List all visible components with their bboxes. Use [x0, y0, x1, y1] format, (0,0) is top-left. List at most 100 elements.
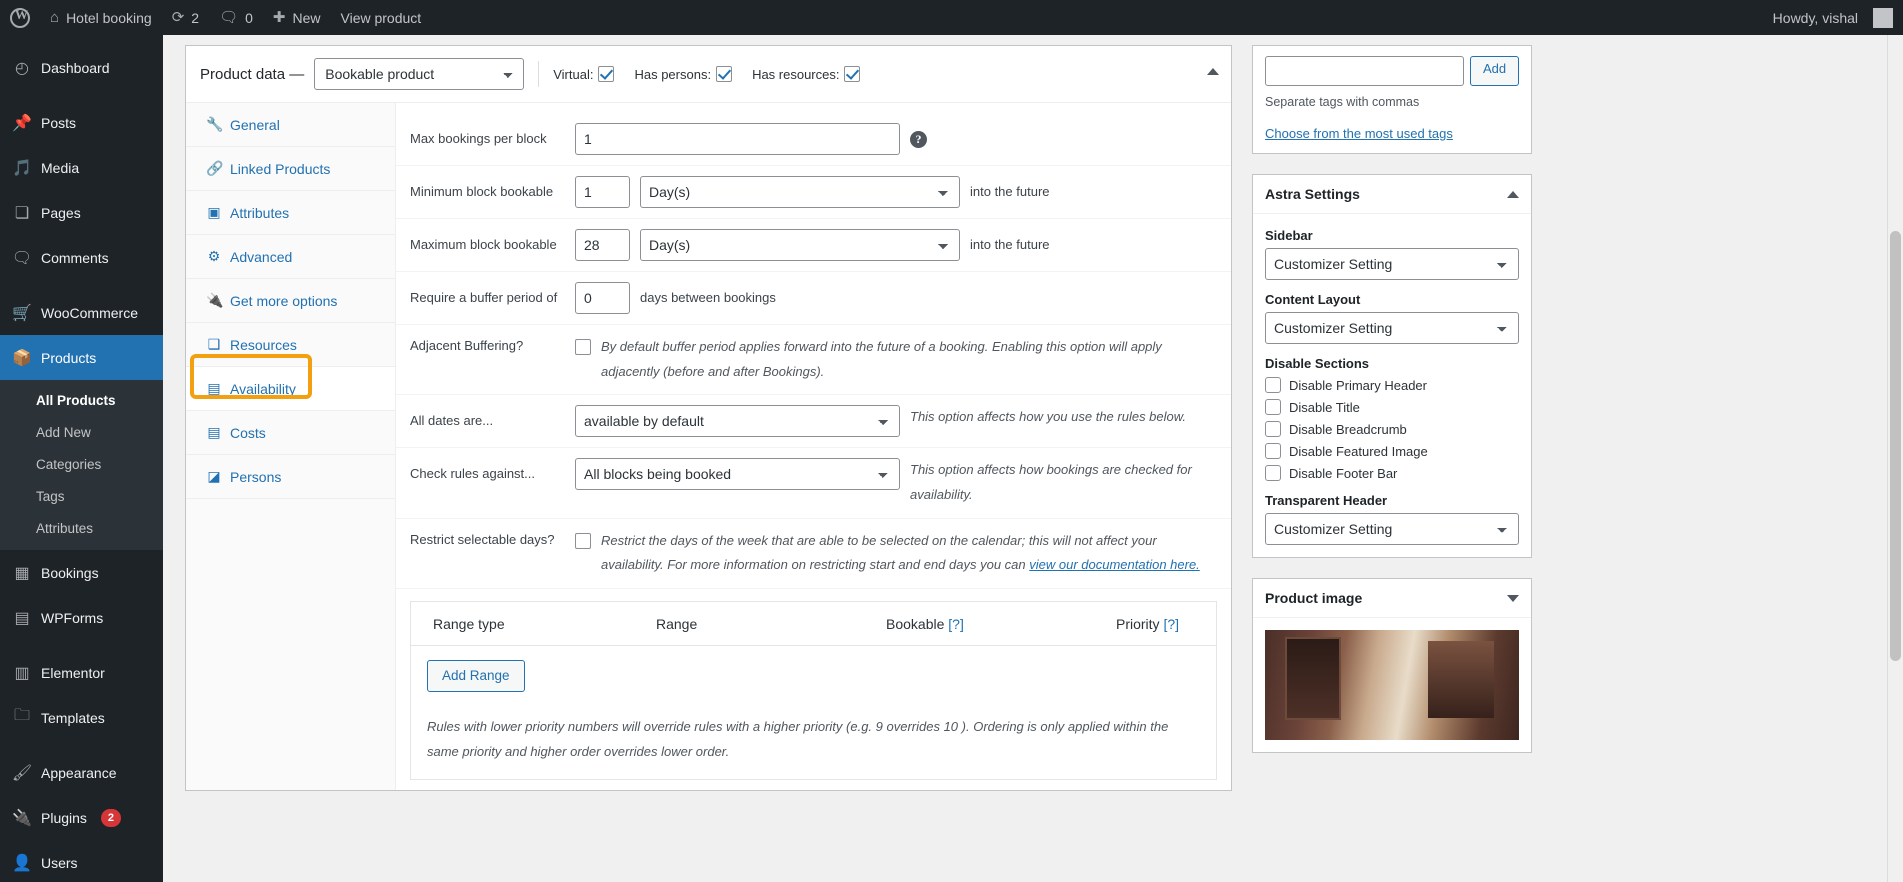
disable-title-row[interactable]: Disable Title [1265, 399, 1519, 415]
disable-primary-header-label: Disable Primary Header [1289, 377, 1427, 393]
sidebar-item-templates[interactable]: 🗀 Templates [0, 695, 163, 740]
submenu-item-add-new[interactable]: Add New [0, 417, 163, 449]
submenu-item-categories[interactable]: Categories [0, 449, 163, 481]
disable-breadcrumb-label: Disable Breadcrumb [1289, 421, 1407, 437]
sidebar-item-products[interactable]: 📦 Products [0, 335, 163, 380]
sidebar-item-wpforms[interactable]: ▤ WPForms [0, 595, 163, 640]
max-bookings-input[interactable] [575, 123, 900, 155]
has-persons-checkbox-row[interactable]: Has persons: [634, 66, 733, 82]
virtual-checkbox-row[interactable]: Virtual: [553, 66, 615, 82]
tab-resources[interactable]: ❑ Resources [186, 323, 395, 367]
caret-down-icon[interactable] [1507, 594, 1519, 602]
restrict-days-checkbox[interactable] [575, 532, 591, 549]
disable-footer-bar-row[interactable]: Disable Footer Bar [1265, 465, 1519, 481]
tab-persons[interactable]: ◪ Persons [186, 455, 395, 499]
add-range-button[interactable]: Add Range [427, 660, 525, 693]
astra-transparent-header-select[interactable]: Customizer Setting [1265, 513, 1519, 545]
sidebar-item-media[interactable]: 🎵 Media [0, 145, 163, 190]
tab-costs[interactable]: ▤ Costs [186, 411, 395, 455]
plug-icon: 🔌 [12, 809, 32, 827]
sidebar-item-appearance[interactable]: 🖌 Appearance [0, 750, 163, 795]
submenu-item-all-products[interactable]: All Products [0, 385, 163, 417]
new-tag-input[interactable] [1265, 56, 1464, 86]
woocommerce-icon: 🛒 [12, 304, 32, 322]
bookable-help-link[interactable]: [?] [948, 616, 964, 632]
has-persons-checkbox[interactable] [716, 66, 733, 82]
tab-advanced[interactable]: ⚙ Advanced [186, 235, 395, 279]
priority-help-link[interactable]: [?] [1163, 616, 1179, 632]
adjacent-buffering-row: Adjacent Buffering? By default buffer pe… [396, 325, 1231, 396]
sidebar-item-pages[interactable]: ❏ Pages [0, 190, 163, 235]
all-dates-select[interactable]: available by default [575, 405, 900, 438]
caret-up-icon[interactable] [1207, 68, 1219, 75]
costs-icon: ▤ [207, 424, 221, 440]
buffer-period-label: Require a buffer period of [410, 290, 558, 305]
my-account-menu[interactable]: Howdy, vishal [1763, 0, 1903, 35]
choose-most-used-tags-link[interactable]: Choose from the most used tags [1265, 126, 1519, 141]
astra-sidebar-label: Sidebar [1265, 228, 1313, 243]
disable-featured-image-checkbox[interactable] [1265, 443, 1281, 459]
has-resources-label: Has resources: [752, 66, 840, 82]
astra-settings-header[interactable]: Astra Settings [1253, 175, 1531, 214]
sidebar-item-woocommerce[interactable]: 🛒 WooCommerce [0, 290, 163, 335]
sidebar-item-label: Templates [41, 709, 105, 726]
has-resources-checkbox-row[interactable]: Has resources: [752, 66, 861, 82]
maximum-block-unit-select[interactable]: Day(s) [640, 229, 960, 261]
wp-logo-menu[interactable] [0, 0, 40, 35]
sidebar-item-label: WPForms [41, 609, 104, 626]
comments-count: 0 [245, 9, 253, 26]
sidebar-item-comments[interactable]: 🗨 Comments [0, 235, 163, 280]
product-thumbnail[interactable] [1265, 630, 1519, 740]
disable-primary-header-checkbox[interactable] [1265, 377, 1281, 393]
page-scrollbar[interactable] [1887, 35, 1903, 882]
tab-linked-products[interactable]: 🔗 Linked Products [186, 147, 395, 191]
documentation-link[interactable]: view our documentation here. [1029, 557, 1200, 572]
col-range: Range [656, 616, 698, 633]
disable-breadcrumb-row[interactable]: Disable Breadcrumb [1265, 421, 1519, 437]
new-content-menu[interactable]: ✚ New [263, 0, 331, 35]
has-resources-checkbox[interactable] [844, 66, 861, 82]
sidebar-item-plugins[interactable]: 🔌 Plugins 2 [0, 795, 163, 840]
minimum-block-unit-select[interactable]: Day(s) [640, 176, 960, 208]
sidebar-item-bookings[interactable]: ▦ Bookings [0, 550, 163, 595]
ranges-table-header: Range type Range Bookable [?] Priority [… [411, 602, 1216, 647]
tab-get-more-options[interactable]: 🔌 Get more options [186, 279, 395, 323]
adjacent-buffering-checkbox[interactable] [575, 339, 591, 355]
caret-up-icon[interactable] [1507, 190, 1519, 198]
scrollbar-thumb[interactable] [1890, 231, 1901, 661]
tag-add-row: Add [1265, 56, 1520, 86]
view-product-link[interactable]: View product [331, 0, 432, 35]
comments-menu[interactable]: 🗨 0 [209, 0, 263, 35]
buffer-period-input[interactable] [575, 282, 630, 314]
virtual-checkbox[interactable] [598, 66, 615, 82]
product-image-header[interactable]: Product image [1253, 579, 1531, 618]
sidebar-item-posts[interactable]: 📌 Posts [0, 100, 163, 145]
gear-icon: ⚙ [207, 248, 221, 264]
ranges-table: Range type Range Bookable [?] Priority [… [410, 601, 1217, 780]
sidebar-item-users[interactable]: 👤 Users [0, 840, 163, 882]
question-mark-icon[interactable]: ? [910, 131, 927, 148]
product-type-select[interactable]: Bookable product [314, 58, 525, 90]
tab-general[interactable]: 🔧 General [186, 103, 395, 147]
disable-footer-bar-checkbox[interactable] [1265, 465, 1281, 481]
disable-featured-image-row[interactable]: Disable Featured Image [1265, 443, 1519, 459]
astra-content-layout-select[interactable]: Customizer Setting [1265, 312, 1519, 344]
sidebar-item-elementor[interactable]: ▥ Elementor [0, 650, 163, 695]
submenu-item-tags[interactable]: Tags [0, 481, 163, 513]
tab-availability[interactable]: ▤ Availability [186, 367, 395, 411]
tab-attributes[interactable]: ▣ Attributes [186, 191, 395, 235]
check-rules-select[interactable]: All blocks being booked [575, 458, 900, 491]
minimum-block-input[interactable] [575, 176, 630, 208]
site-name-menu[interactable]: ⌂ Hotel booking [40, 0, 162, 35]
products-box-icon: 📦 [12, 349, 32, 367]
updates-menu[interactable]: ⟳ 2 [162, 0, 209, 35]
disable-title-checkbox[interactable] [1265, 399, 1281, 415]
disable-breadcrumb-checkbox[interactable] [1265, 421, 1281, 437]
disable-primary-header-row[interactable]: Disable Primary Header [1265, 377, 1519, 393]
sidebar-item-dashboard[interactable]: ◴ Dashboard [0, 45, 163, 90]
maximum-block-input[interactable] [575, 229, 630, 261]
astra-sidebar-select[interactable]: Customizer Setting [1265, 248, 1519, 280]
minimum-block-suffix: into the future [970, 184, 1050, 199]
submenu-item-attributes[interactable]: Attributes [0, 513, 163, 545]
add-tag-button[interactable]: Add [1470, 56, 1520, 86]
